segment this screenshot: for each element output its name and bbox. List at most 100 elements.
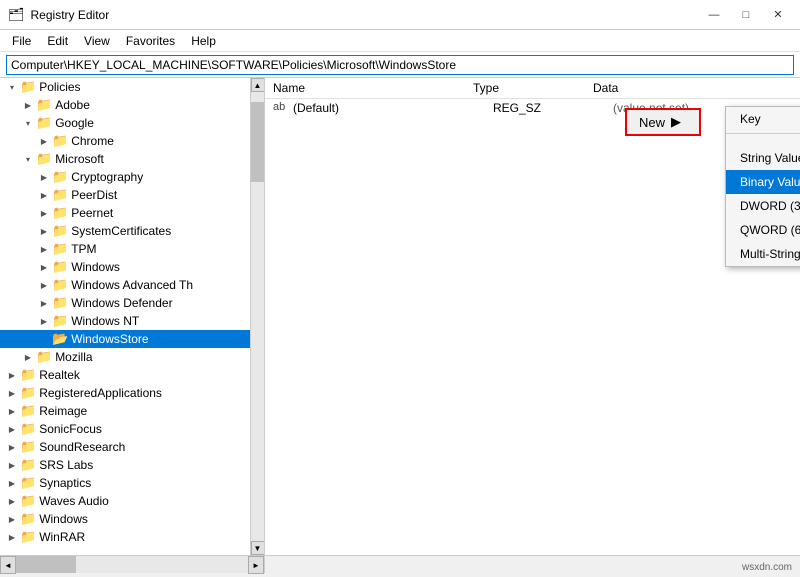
tree-item-windows2[interactable]: ▶ 📁 Windows xyxy=(0,510,264,528)
tree-label: Mozilla xyxy=(55,350,92,364)
hscroll-track[interactable] xyxy=(16,556,248,573)
table-row[interactable]: ab (Default) REG_SZ (value not set) xyxy=(265,99,800,117)
menu-view[interactable]: View xyxy=(76,32,118,49)
title-bar-controls: — □ ✕ xyxy=(700,6,792,24)
tree-label: SoundResearch xyxy=(39,440,125,454)
tree-item-tpm[interactable]: ▶ 📁 TPM xyxy=(0,240,264,258)
expand-icon: ▾ xyxy=(20,155,36,164)
menu-file[interactable]: File xyxy=(4,32,39,49)
ctx-item-multi-string[interactable]: QWORD (64-bit) Value xyxy=(726,218,800,242)
folder-icon: 📁 xyxy=(20,79,36,95)
folder-icon: 📁 xyxy=(52,223,68,239)
tree-label: Cryptography xyxy=(71,170,143,184)
folder-icon: 📁 xyxy=(52,277,68,293)
tree-item-soundresearch[interactable]: ▶ 📁 SoundResearch xyxy=(0,438,264,456)
tree-item-cryptography[interactable]: ▶ 📁 Cryptography xyxy=(0,168,264,186)
tree-item-policies[interactable]: ▾ 📁 Policies xyxy=(0,78,264,96)
new-button-arrow: ▶ xyxy=(671,114,681,130)
tree-item-mozilla[interactable]: ▶ 📁 Mozilla xyxy=(0,348,264,366)
tree-label: Microsoft xyxy=(55,152,104,166)
folder-icon: 📁 xyxy=(36,115,52,131)
tree-item-sonicfocus[interactable]: ▶ 📁 SonicFocus xyxy=(0,420,264,438)
tree-item-windows-nt[interactable]: ▶ 📁 Windows NT xyxy=(0,312,264,330)
ctx-item-qword[interactable]: DWORD (32-bit) Value xyxy=(726,194,800,218)
tree-item-google[interactable]: ▾ 📁 Google xyxy=(0,114,264,132)
tree-item-peerdist[interactable]: ▶ 📁 PeerDist xyxy=(0,186,264,204)
tree-label: SystemCertificates xyxy=(71,224,171,238)
tree-panel: ▾ 📁 Policies ▶ 📁 Adobe ▾ 📁 Google ▶ 📁 Ch… xyxy=(0,78,265,555)
tree-label: SRS Labs xyxy=(39,458,93,472)
folder-icon: 📁 xyxy=(20,385,36,401)
ctx-item-binary[interactable]: String Value xyxy=(726,146,800,170)
maximize-button[interactable]: □ xyxy=(732,6,760,24)
expand-icon: ▶ xyxy=(36,227,52,236)
folder-icon: 📁 xyxy=(20,403,36,419)
scroll-up-btn[interactable]: ▲ xyxy=(251,78,265,92)
tree-item-srslabs[interactable]: ▶ 📁 SRS Labs xyxy=(0,456,264,474)
address-input[interactable] xyxy=(6,55,794,75)
expand-icon: ▶ xyxy=(36,317,52,326)
expand-icon: ▶ xyxy=(36,209,52,218)
tree-item-microsoft[interactable]: ▾ 📁 Microsoft xyxy=(0,150,264,168)
tree-item-windows-advanced[interactable]: ▶ 📁 Windows Advanced Th xyxy=(0,276,264,294)
expand-icon: ▶ xyxy=(4,497,20,506)
expand-icon: ▶ xyxy=(4,461,20,470)
main-content: ▾ 📁 Policies ▶ 📁 Adobe ▾ 📁 Google ▶ 📁 Ch… xyxy=(0,78,800,555)
hscroll-right-btn[interactable]: ► xyxy=(248,556,264,574)
folder-icon: 📁 xyxy=(20,439,36,455)
tree-item-windowsstore[interactable]: 📂 WindowsStore xyxy=(0,330,264,348)
tree-scroll[interactable]: ▾ 📁 Policies ▶ 📁 Adobe ▾ 📁 Google ▶ 📁 Ch… xyxy=(0,78,264,555)
tree-label: Windows Defender xyxy=(71,296,172,310)
folder-icon: 📁 xyxy=(52,133,68,149)
expand-icon: ▶ xyxy=(4,407,20,416)
new-button-label: New xyxy=(639,115,665,130)
expand-icon: ▶ xyxy=(36,137,52,146)
tree-item-registered-apps[interactable]: ▶ 📁 RegisteredApplications xyxy=(0,384,264,402)
tree-item-realtek[interactable]: ▶ 📁 Realtek xyxy=(0,366,264,384)
scroll-down-btn[interactable]: ▼ xyxy=(251,541,265,555)
folder-icon: 📁 xyxy=(52,205,68,221)
hscroll-left-btn[interactable]: ◄ xyxy=(0,556,16,574)
close-button[interactable]: ✕ xyxy=(764,6,792,24)
tree-item-synaptics[interactable]: ▶ 📁 Synaptics xyxy=(0,474,264,492)
tree-item-chrome[interactable]: ▶ 📁 Chrome xyxy=(0,132,264,150)
folder-icon: 📁 xyxy=(20,421,36,437)
scroll-track[interactable] xyxy=(251,92,264,541)
hscroll-thumb[interactable] xyxy=(16,556,76,573)
tree-item-waves-audio[interactable]: ▶ 📁 Waves Audio xyxy=(0,492,264,510)
tree-hscroll[interactable]: ◄ ► xyxy=(0,556,265,573)
tree-item-adobe[interactable]: ▶ 📁 Adobe xyxy=(0,96,264,114)
tree-item-winrar[interactable]: ▶ 📁 WinRAR xyxy=(0,528,264,546)
tree-label: Reimage xyxy=(39,404,87,418)
ctx-item-dword[interactable]: Binary Value xyxy=(726,170,800,194)
tree-label: Peernet xyxy=(71,206,113,220)
expand-icon: ▶ xyxy=(4,371,20,380)
menu-favorites[interactable]: Favorites xyxy=(118,32,183,49)
ctx-item-expandable-string[interactable]: Multi-String Value xyxy=(726,242,800,266)
folder-icon: 📁 xyxy=(20,493,36,509)
tree-label: Windows NT xyxy=(71,314,139,328)
expand-icon: ▶ xyxy=(4,515,20,524)
tree-item-reimage[interactable]: ▶ 📁 Reimage xyxy=(0,402,264,420)
tree-item-peernet[interactable]: ▶ 📁 Peernet xyxy=(0,204,264,222)
tree-item-windows-defender[interactable]: ▶ 📁 Windows Defender xyxy=(0,294,264,312)
app-icon: 🗂 xyxy=(8,7,25,23)
menu-help[interactable]: Help xyxy=(183,32,224,49)
tree-item-systemcerts[interactable]: ▶ 📁 SystemCertificates xyxy=(0,222,264,240)
ctx-item-string[interactable] xyxy=(726,136,800,146)
expand-icon: ▶ xyxy=(4,443,20,452)
tree-label: Windows xyxy=(71,260,120,274)
new-button[interactable]: New ▶ xyxy=(625,108,701,136)
ctx-item-key[interactable]: Key xyxy=(726,107,800,131)
tree-item-windows[interactable]: ▶ 📁 Windows xyxy=(0,258,264,276)
minimize-button[interactable]: — xyxy=(700,6,728,24)
column-header-name: Name xyxy=(273,81,473,95)
tree-scrollbar[interactable]: ▲ ▼ xyxy=(250,78,264,555)
title-bar-left: 🗂 Registry Editor xyxy=(8,7,109,23)
watermark: wsxdn.com xyxy=(742,562,792,573)
menu-edit[interactable]: Edit xyxy=(39,32,76,49)
expand-icon: ▶ xyxy=(36,299,52,308)
folder-icon: 📁 xyxy=(20,475,36,491)
scroll-thumb[interactable] xyxy=(251,102,264,182)
tree-label: Synaptics xyxy=(39,476,91,490)
